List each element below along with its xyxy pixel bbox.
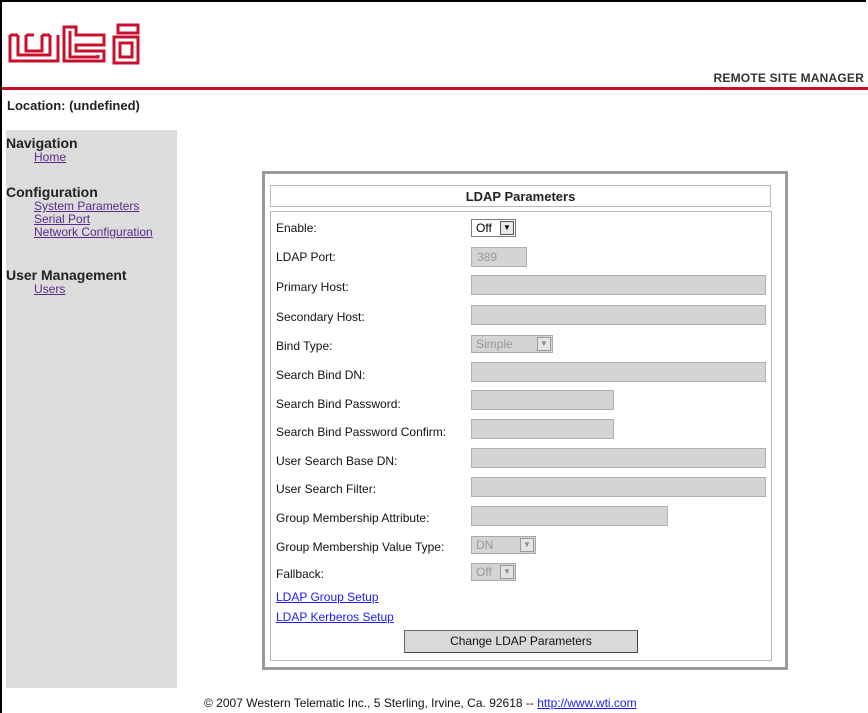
primary-host-input[interactable] [471,275,766,295]
search-bind-dn-input[interactable] [471,362,766,382]
bind-type-label: Bind Type: [276,339,333,353]
fallback-select[interactable]: Off ▼ [471,563,516,581]
ldap-port-input[interactable]: 389 [471,247,527,267]
nav-section-user-management: User Management Users [6,267,127,296]
group-membership-attribute-label: Group Membership Attribute: [276,511,430,525]
enable-select[interactable]: Off ▼ [471,219,516,237]
chevron-down-icon: ▼ [520,538,534,552]
wti-logo-graphic [8,23,140,65]
primary-host-label: Primary Host: [276,280,349,294]
search-bind-password-label: Search Bind Password: [276,397,401,411]
search-bind-dn-label: Search Bind DN: [276,368,366,382]
sidebar-item-home[interactable]: Home [6,151,78,164]
panel-title: LDAP Parameters [270,185,771,207]
chevron-down-icon: ▼ [500,221,514,235]
footer-wti-link[interactable]: http://www.wti.com [537,696,636,710]
footer-copyright: © 2007 Western Telematic Inc., 5 Sterlin… [204,696,538,710]
ldap-port-label: LDAP Port: [276,250,336,264]
sidebar: Navigation Home Configuration System Par… [6,130,177,688]
nav-section-configuration: Configuration System Parameters Serial P… [6,184,153,239]
nav-heading: Configuration [6,184,98,200]
user-search-base-dn-input[interactable] [471,448,766,468]
chevron-down-icon: ▼ [500,565,514,579]
sidebar-item-network-configuration[interactable]: Network Configuration [6,226,153,239]
ldap-kerberos-setup-link[interactable]: LDAP Kerberos Setup [276,610,394,624]
search-bind-password-confirm-label: Search Bind Password Confirm: [276,425,447,439]
user-search-filter-label: User Search Filter: [276,482,377,496]
user-search-base-dn-label: User Search Base DN: [276,454,398,468]
change-ldap-parameters-button[interactable]: Change LDAP Parameters [404,630,638,653]
search-bind-password-input[interactable] [471,390,614,410]
chevron-down-icon: ▼ [537,337,551,351]
fallback-select-value: Off [476,565,492,579]
search-bind-password-confirm-input[interactable] [471,419,614,439]
enable-select-value: Off [476,221,492,235]
footer: © 2007 Western Telematic Inc., 5 Sterlin… [204,696,637,710]
group-membership-value-type-label: Group Membership Value Type: [276,540,445,554]
bind-type-select[interactable]: Simple ▼ [471,335,553,353]
group-membership-attribute-input[interactable] [471,506,668,526]
secondary-host-label: Secondary Host: [276,310,365,324]
header-divider [2,87,868,90]
location-label: Location: (undefined) [7,98,140,113]
group-membership-value-type-value: DN [476,538,494,552]
nav-heading: Navigation [6,135,78,151]
nav-section-navigation: Navigation Home [6,135,78,164]
site-title: REMOTE SITE MANAGER [713,71,864,85]
nav-heading: User Management [6,267,127,283]
bind-type-select-value: Simple [476,337,513,351]
enable-label: Enable: [276,221,317,235]
ldap-group-setup-link[interactable]: LDAP Group Setup [276,590,379,604]
sidebar-item-users[interactable]: Users [6,283,127,296]
fallback-label: Fallback: [276,567,325,581]
wti-logo [8,23,164,68]
secondary-host-input[interactable] [471,305,766,325]
group-membership-value-type-select[interactable]: DN ▼ [471,536,536,554]
user-search-filter-input[interactable] [471,477,766,497]
